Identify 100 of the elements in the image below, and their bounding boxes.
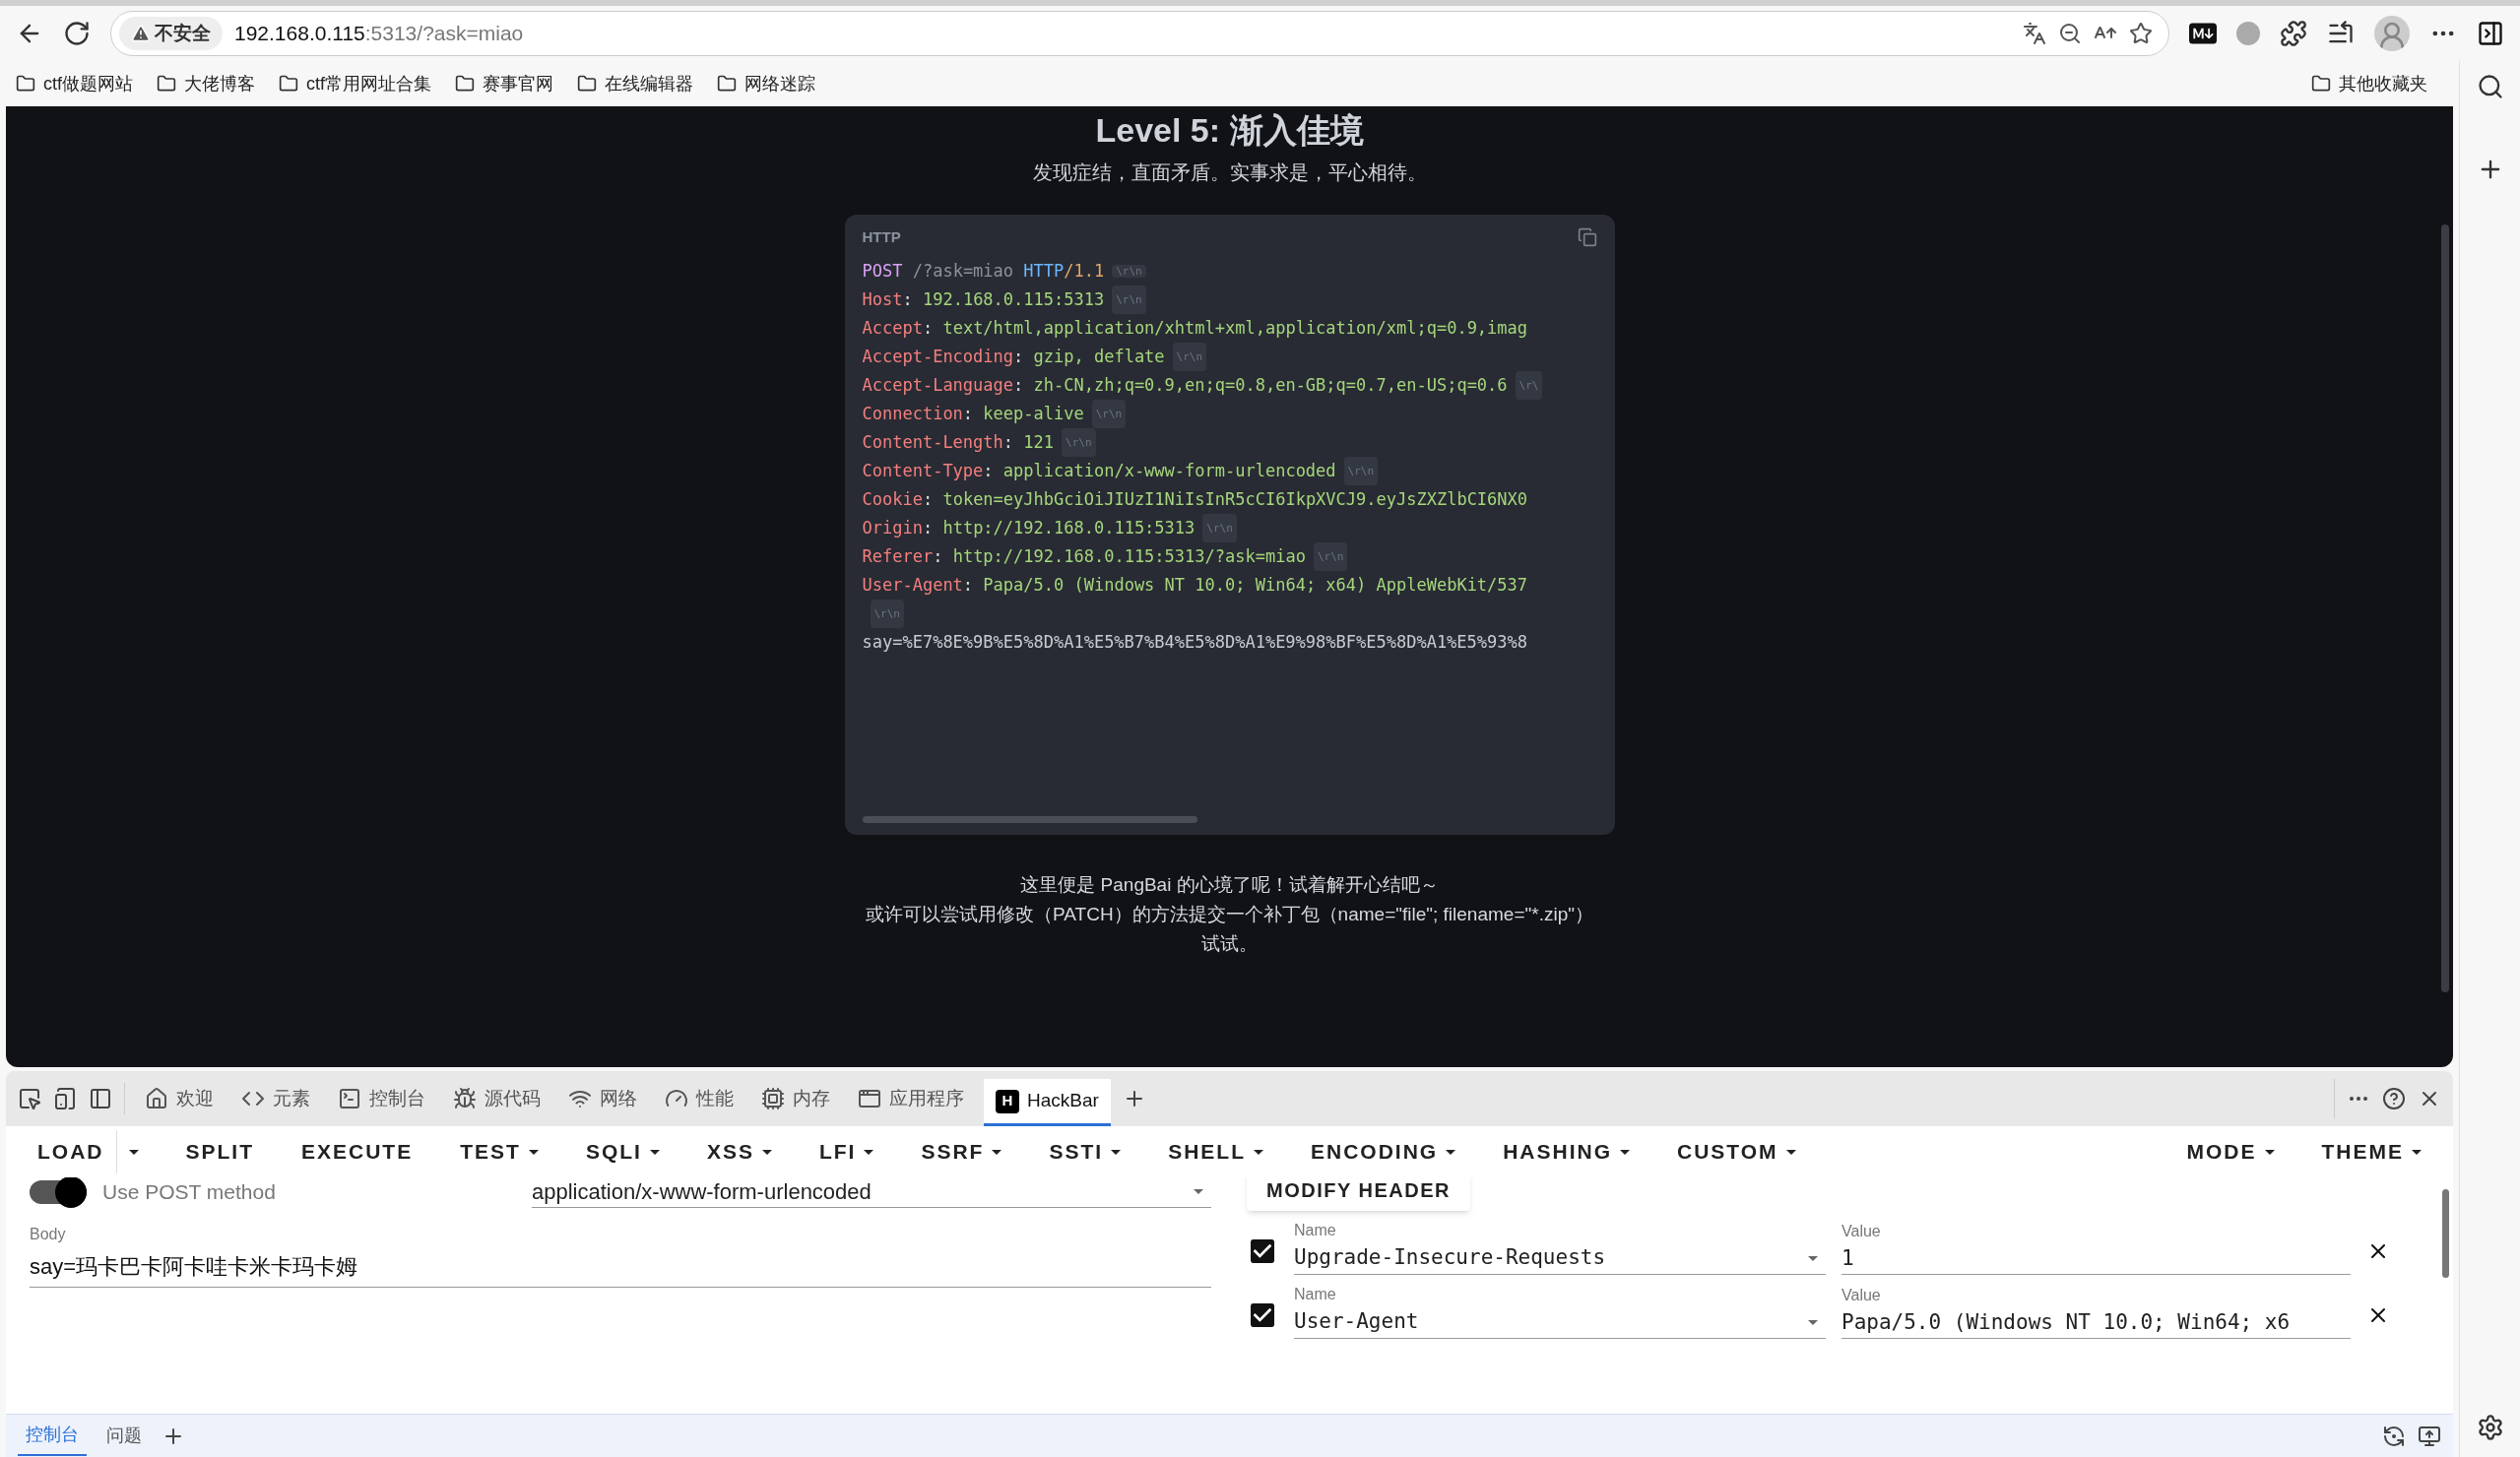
drawer-tab[interactable]: 问题 xyxy=(98,1416,150,1456)
caret-icon xyxy=(1808,1319,1818,1325)
code-line: POST /?ask=miao HTTP/1.1 \r\n xyxy=(862,256,1597,285)
caret-icon xyxy=(128,1149,139,1155)
line-end-marker: \r\n xyxy=(1112,285,1146,314)
hint-text: 或许可以尝试用修改（PATCH）的方法提交一个补丁包（name="file"; filename="*.zip"） xyxy=(866,903,1593,926)
menu-button[interactable]: TEST xyxy=(448,1130,550,1173)
menu-button[interactable]: ENCODING xyxy=(1298,1130,1468,1173)
bookmark-item[interactable]: 在线编辑器 xyxy=(577,70,694,97)
devtools-tab[interactable]: 性能 xyxy=(657,1075,742,1122)
folder-icon xyxy=(717,74,738,94)
scrollbar[interactable] xyxy=(2442,1189,2449,1278)
page-subtitle: 发现症结，直面矛盾。实事求是，平心相待。 xyxy=(1032,160,1427,185)
settings-icon[interactable] xyxy=(2476,1414,2504,1441)
star-icon[interactable] xyxy=(2129,22,2153,45)
scrollbar[interactable] xyxy=(862,816,1197,823)
code-line: Connection: keep-alive xyxy=(862,403,1084,425)
code-line: User-Agent: Papa/5.0 (Windows NT 10.0; Win64; x64) AppleWebKit/537 xyxy=(862,574,1528,597)
security-chip[interactable]: 不安全 xyxy=(119,17,223,50)
caret-icon xyxy=(1808,1255,1818,1261)
menu-button[interactable]: XSS xyxy=(694,1130,784,1173)
help-icon[interactable] xyxy=(2382,1087,2406,1110)
code-line: Accept: text/html,application/xhtml+xml,application/xml;q=0.9,imag xyxy=(862,317,1528,340)
header-value-field[interactable]: Value Papa/5.0 (Windows NT 10.0; Win64; x6 xyxy=(1842,1283,2351,1339)
hint-text: 试试。 xyxy=(1201,932,1258,956)
bookmark-item[interactable]: 大佬博客 xyxy=(157,70,255,97)
menu-button[interactable]: SPLIT xyxy=(173,1130,266,1173)
devtools-tab[interactable]: 应用程序 xyxy=(850,1075,972,1122)
terminal-icon xyxy=(338,1087,361,1110)
menu-button[interactable]: SHELL xyxy=(1156,1130,1275,1173)
rotate-icon[interactable] xyxy=(2382,1424,2406,1448)
inspect-icon[interactable] xyxy=(18,1087,41,1110)
menu-button[interactable]: CUSTOM xyxy=(1665,1130,1808,1173)
page-title: Level 5: 渐入佳境 xyxy=(1095,110,1364,150)
address-bar[interactable]: 不安全 192.168.0.115:5313/?ask=miao xyxy=(110,11,2169,56)
devtools-tab[interactable]: 源代码 xyxy=(445,1075,549,1122)
menu-button[interactable]: SSTI xyxy=(1037,1130,1133,1173)
menu-button[interactable]: EXECUTE xyxy=(290,1130,425,1173)
header-name-field[interactable]: Name Upgrade-Insecure-Requests xyxy=(1294,1219,1826,1275)
hint-text: 这里便是 PangBai 的心境了呢！试着解开心结吧～ xyxy=(1020,873,1439,897)
code-line: Origin: http://192.168.0.115:5313 xyxy=(862,517,1195,539)
devtools-tab[interactable]: H HackBar xyxy=(984,1079,1111,1126)
bookmark-item[interactable]: 赛事官网 xyxy=(455,70,554,97)
code-line: Referer: http://192.168.0.115:5313/?ask=miao xyxy=(862,545,1306,568)
extensions-icon[interactable] xyxy=(2280,20,2307,47)
toggle-label: Use POST method xyxy=(102,1179,276,1206)
devtools-tab[interactable]: 网络 xyxy=(560,1075,645,1122)
devtools-tab[interactable]: 元素 xyxy=(233,1075,318,1122)
url-text: 192.168.0.115:5313/?ask=miao xyxy=(234,21,524,47)
reload-icon[interactable] xyxy=(63,20,91,47)
content-type-select[interactable]: application/x-www-form-urlencoded xyxy=(532,1177,1211,1208)
bookmark-item[interactable]: ctf常用网址合集 xyxy=(279,70,432,97)
line-end-marker: \r\n xyxy=(870,600,904,628)
code-line: Content-Type: application/x-www-form-urlencoded xyxy=(862,460,1336,482)
line-end-marker: \r\ xyxy=(1515,371,1543,400)
sidebar-icon[interactable] xyxy=(2477,20,2504,47)
folder-icon xyxy=(16,74,35,94)
device-icon[interactable] xyxy=(53,1087,77,1110)
dock-icon[interactable] xyxy=(89,1087,112,1110)
menu-button[interactable]: SQLI xyxy=(573,1130,672,1173)
code-line: Host: 192.168.0.115:5313 xyxy=(862,288,1105,311)
menu-button[interactable]: MODE xyxy=(2174,1130,2287,1173)
bookmark-item[interactable]: ctf做题网站 xyxy=(16,70,133,97)
folder-icon xyxy=(157,74,176,94)
scrollbar[interactable] xyxy=(2441,224,2449,992)
menu-button[interactable]: THEME xyxy=(2309,1130,2433,1173)
search-icon[interactable] xyxy=(2476,73,2504,100)
profile-avatar[interactable] xyxy=(2374,16,2410,51)
home-icon xyxy=(145,1087,168,1110)
menu-button[interactable]: HASHING xyxy=(1491,1130,1642,1173)
bookmark-item[interactable]: 网络迷踪 xyxy=(717,70,816,97)
caret-icon xyxy=(1194,1189,1203,1194)
code-line: Accept-Encoding: gzip, deflate xyxy=(862,346,1165,368)
chip-icon xyxy=(761,1087,785,1110)
devtools-tab[interactable]: 内存 xyxy=(753,1075,838,1122)
drawer-tab[interactable]: 控制台 xyxy=(18,1416,87,1456)
code-line: Cookie: token=eyJhbGciOiJIUzI1NiIsInR5cCI6IkpXVCJ9.eyJsZXZlbCI6NX0 xyxy=(862,488,1528,511)
translate-icon[interactable] xyxy=(2023,22,2046,45)
devtools-tab[interactable]: 欢迎 xyxy=(137,1075,222,1122)
window-icon xyxy=(858,1087,881,1110)
line-end-marker: \r\n xyxy=(1313,542,1348,571)
code-line: Accept-Language: zh-CN,zh;q=0.9,en;q=0.8,en-GB;q=0.7,en-US;q=0.6 xyxy=(862,374,1508,397)
code-language: HTTP xyxy=(862,227,901,247)
dock-bottom-icon[interactable] xyxy=(2418,1424,2441,1448)
line-end-marker: \r\n xyxy=(1112,265,1146,278)
header-value-field[interactable]: Value 1 xyxy=(1842,1219,2351,1275)
menu-button[interactable]: LFI xyxy=(807,1130,886,1173)
menu-button[interactable]: LOAD xyxy=(26,1130,116,1173)
folder-icon xyxy=(279,74,298,94)
menu-button[interactable]: SSRF xyxy=(909,1130,1014,1173)
devtools-tab[interactable]: 控制台 xyxy=(330,1075,433,1122)
copy-icon[interactable] xyxy=(1577,227,1597,248)
bookmark-item[interactable]: 其他收藏夹 xyxy=(2311,70,2443,97)
zoom-out-icon[interactable] xyxy=(2058,22,2082,45)
folder-icon xyxy=(577,74,598,94)
line-end-marker: \r\n xyxy=(1172,343,1207,371)
body-field[interactable]: Body say=玛卡巴卡阿卡哇卡米卡玛卡姆 xyxy=(30,1223,1211,1288)
modify-header-button[interactable]: MODIFY HEADER xyxy=(1247,1177,1470,1211)
header-name-field[interactable]: Name User-Agent xyxy=(1294,1283,1826,1339)
line-end-marker: \r\n xyxy=(1062,428,1096,457)
